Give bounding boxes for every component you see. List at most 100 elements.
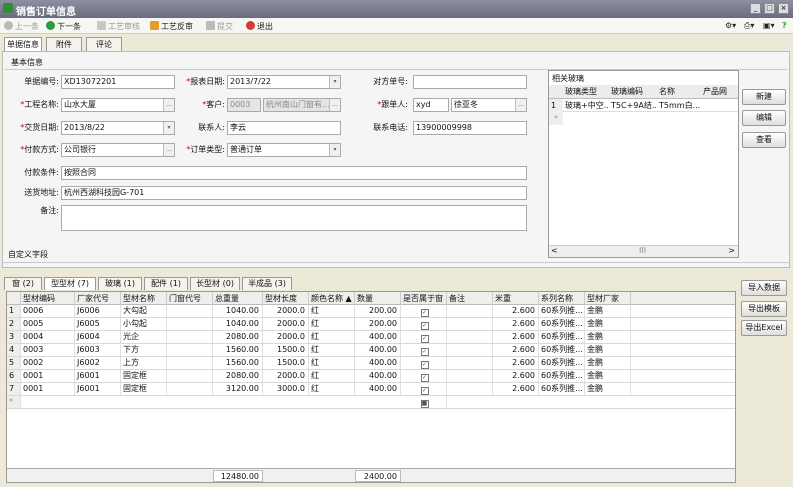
- in-window-checkbox[interactable]: ✓: [420, 322, 429, 330]
- doc-no-field[interactable]: XD13072201: [61, 75, 175, 89]
- phone-label: 联系电话:: [373, 123, 408, 132]
- in-window-checkbox[interactable]: ✓: [420, 348, 429, 356]
- column-header-sorted[interactable]: 颜色名称 ▲: [309, 292, 355, 305]
- new-row[interactable]: * ■: [7, 396, 735, 409]
- column-header[interactable]: 门窗代号: [167, 292, 213, 305]
- grid-header: 型材编码 厂家代号 型材名称 门窗代号 总重量 型材长度 颜色名称 ▲ 数量 是…: [7, 292, 735, 305]
- chevron-down-icon[interactable]: ▾: [329, 144, 340, 156]
- in-window-checkbox[interactable]: ✓: [420, 335, 429, 343]
- payment-field[interactable]: 公司银行…: [61, 143, 175, 157]
- lookup-icon[interactable]: …: [163, 99, 174, 111]
- print-icon[interactable]: ⎙▾: [744, 21, 754, 31]
- help-icon[interactable]: ?: [782, 21, 787, 31]
- lookup-icon[interactable]: …: [329, 99, 340, 111]
- person-check-icon: [97, 21, 106, 30]
- column-header[interactable]: 型材长度: [263, 292, 309, 305]
- column-header[interactable]: 总重量: [213, 292, 263, 305]
- in-window-checkbox[interactable]: ■: [420, 400, 429, 408]
- scroll-right-icon[interactable]: >: [728, 246, 735, 255]
- delivery-date-field[interactable]: 2013/8/22 ▾: [61, 121, 175, 135]
- pay-terms-field[interactable]: 按照合同: [61, 166, 527, 180]
- window-title: 销售订单信息: [16, 7, 76, 18]
- column-header[interactable]: 名称: [657, 85, 701, 98]
- exit-button[interactable]: 退出: [246, 21, 273, 31]
- customer-label: *客户:: [202, 100, 225, 109]
- tools-icon[interactable]: ⚙▾: [725, 21, 736, 31]
- payment-label: *付款方式:: [20, 145, 59, 154]
- tab-comments[interactable]: 评论: [86, 37, 122, 51]
- scroll-thumb[interactable]: III: [639, 246, 646, 255]
- tab-accessory[interactable]: 配件 (1): [144, 277, 188, 290]
- table-row[interactable]: 7 0001 J6001 固定框 3120.00 3000.0 红 400.00…: [7, 383, 735, 396]
- order-type-select[interactable]: 普通订单 ▾: [227, 143, 341, 157]
- column-header[interactable]: 型材编码: [21, 292, 75, 305]
- project-label: *工程名称:: [20, 100, 59, 109]
- follower-name-field[interactable]: 徐亚冬…: [451, 98, 527, 112]
- in-window-checkbox[interactable]: ✓: [420, 387, 429, 395]
- process-review-button[interactable]: 工艺审核: [97, 21, 140, 31]
- remark-textarea[interactable]: [61, 205, 527, 231]
- tab-long-profile[interactable]: 长型材 (0): [190, 277, 240, 290]
- contact-label: 联系人:: [198, 123, 225, 132]
- section-title: 基本信息: [11, 58, 43, 67]
- export-template-button[interactable]: 导出模板: [741, 301, 787, 317]
- maximize-button[interactable]: □: [764, 3, 775, 14]
- close-button[interactable]: ×: [778, 3, 789, 14]
- tab-glass[interactable]: 玻璃 (1): [98, 277, 142, 290]
- table-row[interactable]: 3 0004 J6004 光企 2080.00 2000.0 红 400.00 …: [7, 331, 735, 344]
- table-row[interactable]: 6 0001 J6001 固定框 2080.00 2000.0 红 400.00…: [7, 370, 735, 383]
- calendar-dropdown-icon[interactable]: ▾: [163, 122, 174, 134]
- total-qty: 2400.00: [355, 470, 401, 482]
- partner-no-field[interactable]: [413, 75, 527, 89]
- tab-semi-finished[interactable]: 半成品 (3): [242, 277, 292, 290]
- phone-field[interactable]: 13900009998: [413, 121, 527, 135]
- in-window-checkbox[interactable]: ✓: [420, 309, 429, 317]
- column-header[interactable]: 是否属于窗: [401, 292, 447, 305]
- column-header[interactable]: 型材厂家: [585, 292, 631, 305]
- tab-doc-info[interactable]: 单据信息: [4, 37, 42, 52]
- table-row[interactable]: 1 0006 J6006 大勾起 1040.00 2000.0 红 200.00…: [7, 305, 735, 318]
- import-data-button[interactable]: 导入数据: [741, 280, 787, 296]
- column-header[interactable]: 备注: [447, 292, 493, 305]
- new-button[interactable]: 新建: [742, 89, 786, 105]
- table-row[interactable]: 1 玻璃+中空... T5C+9A结... T5mm白...: [549, 99, 738, 112]
- column-header[interactable]: 米重: [493, 292, 539, 305]
- process-reverse-button[interactable]: 工艺反审: [150, 21, 193, 31]
- follower-code-field[interactable]: xyd: [413, 98, 449, 112]
- column-header[interactable]: 数量: [355, 292, 401, 305]
- export-excel-button[interactable]: 导出Excel: [741, 320, 787, 336]
- edit-button[interactable]: 编辑: [742, 110, 786, 126]
- table-row[interactable]: 5 0002 J6002 上方 1560.00 1500.0 红 400.00 …: [7, 357, 735, 370]
- scroll-left-icon[interactable]: <: [551, 246, 558, 255]
- tab-window[interactable]: 窗 (2): [4, 277, 42, 290]
- table-row[interactable]: 2 0005 J6005 小勾起 1040.00 2000.0 红 200.00…: [7, 318, 735, 331]
- report-date-label: *报表日期:: [186, 77, 225, 86]
- lookup-icon[interactable]: …: [515, 99, 526, 111]
- report-date-field[interactable]: 2013/7/22 ▾: [227, 75, 341, 89]
- column-header[interactable]: 玻璃编码: [609, 85, 657, 98]
- custom-fields-title: 自定义字段: [8, 250, 48, 259]
- view-button[interactable]: 查看: [742, 132, 786, 148]
- column-header[interactable]: 系列名称: [539, 292, 585, 305]
- in-window-checkbox[interactable]: ✓: [420, 374, 429, 382]
- column-header[interactable]: 产品网: [701, 85, 738, 98]
- calendar-dropdown-icon[interactable]: ▾: [329, 76, 340, 88]
- column-header[interactable]: 玻璃类型: [563, 85, 609, 98]
- address-field[interactable]: 杭州西湖科技园G-701: [61, 186, 527, 200]
- horizontal-scrollbar[interactable]: < III >: [549, 245, 738, 257]
- minimize-button[interactable]: _: [750, 3, 761, 14]
- lookup-icon[interactable]: …: [163, 144, 174, 156]
- next-button[interactable]: 下一条: [46, 21, 81, 31]
- column-header[interactable]: 型材名称: [121, 292, 167, 305]
- tab-attachment[interactable]: 附件: [46, 37, 82, 51]
- profile-grid: 型材编码 厂家代号 型材名称 门窗代号 总重量 型材长度 颜色名称 ▲ 数量 是…: [6, 291, 736, 483]
- column-header[interactable]: 厂家代号: [75, 292, 121, 305]
- in-window-checkbox[interactable]: ✓: [420, 361, 429, 369]
- prev-button[interactable]: 上一条: [4, 21, 39, 31]
- project-field[interactable]: 山水大厦…: [61, 98, 175, 112]
- table-row[interactable]: 4 0003 J6003 下方 1560.00 1500.0 红 400.00 …: [7, 344, 735, 357]
- tab-profile[interactable]: 型型材 (7): [44, 277, 96, 290]
- contact-field[interactable]: 李云: [227, 121, 341, 135]
- save-icon[interactable]: ▣▾: [763, 21, 775, 31]
- submit-button[interactable]: 提交: [206, 21, 233, 31]
